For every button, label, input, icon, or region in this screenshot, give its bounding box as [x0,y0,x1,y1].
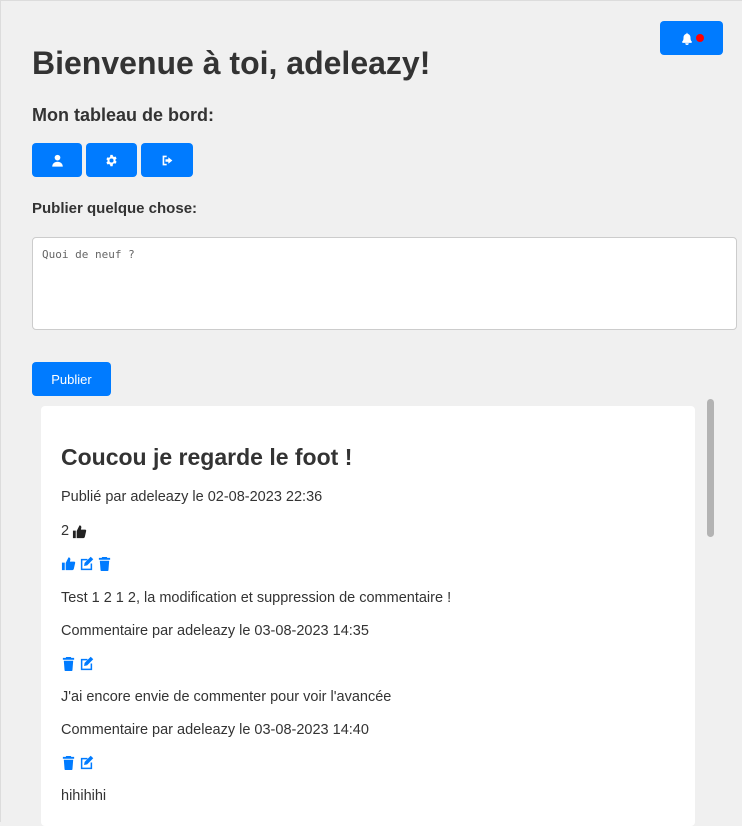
like-count-value: 2 [61,523,70,539]
user-icon [51,154,63,167]
comment-actions [61,755,94,770]
logout-icon [162,155,172,165]
page-title: Bienvenue à toi, adeleazy! [32,45,431,81]
thumbs-up-icon [73,524,87,538]
comment-meta: Commentaire par adeleazy le 03-08-2023 1… [61,722,369,738]
post-title: Coucou je regarde le foot ! [61,444,353,470]
feed-scrollbar[interactable] [707,399,714,537]
trash-icon[interactable] [97,556,112,571]
composer-label: Publier quelque chose: [32,200,198,217]
trash-icon[interactable] [61,656,76,671]
notifications-button[interactable] [660,21,723,55]
publish-button[interactable]: Publier [32,362,111,396]
post-input[interactable] [32,237,737,330]
logout-button[interactable] [141,143,193,177]
bell-icon [681,32,692,45]
trash-icon[interactable] [61,755,76,770]
profile-button[interactable] [32,143,82,177]
post-card: Coucou je regarde le foot ! Publié par a… [41,406,695,826]
settings-button[interactable] [86,143,137,177]
edit-icon[interactable] [79,656,94,671]
like-count: 2 [61,523,87,539]
comment-text: Test 1 2 1 2, la modification et suppres… [61,590,452,606]
comment-meta: Commentaire par adeleazy le 03-08-2023 1… [61,623,369,639]
like-icon[interactable] [61,556,76,571]
post-meta: Publié par adeleazy le 02-08-2023 22:36 [61,489,323,505]
comment-text: J'ai encore envie de commenter pour voir… [61,689,392,705]
post-actions [61,556,112,571]
notification-dot [695,34,704,42]
comment-actions [61,656,94,671]
gear-icon [106,154,117,166]
dashboard-label: Mon tableau de bord: [32,105,214,125]
edit-icon[interactable] [79,755,94,770]
comment-text: hihihihi [61,788,107,804]
dashboard-buttons [32,143,193,177]
edit-icon[interactable] [79,556,94,571]
